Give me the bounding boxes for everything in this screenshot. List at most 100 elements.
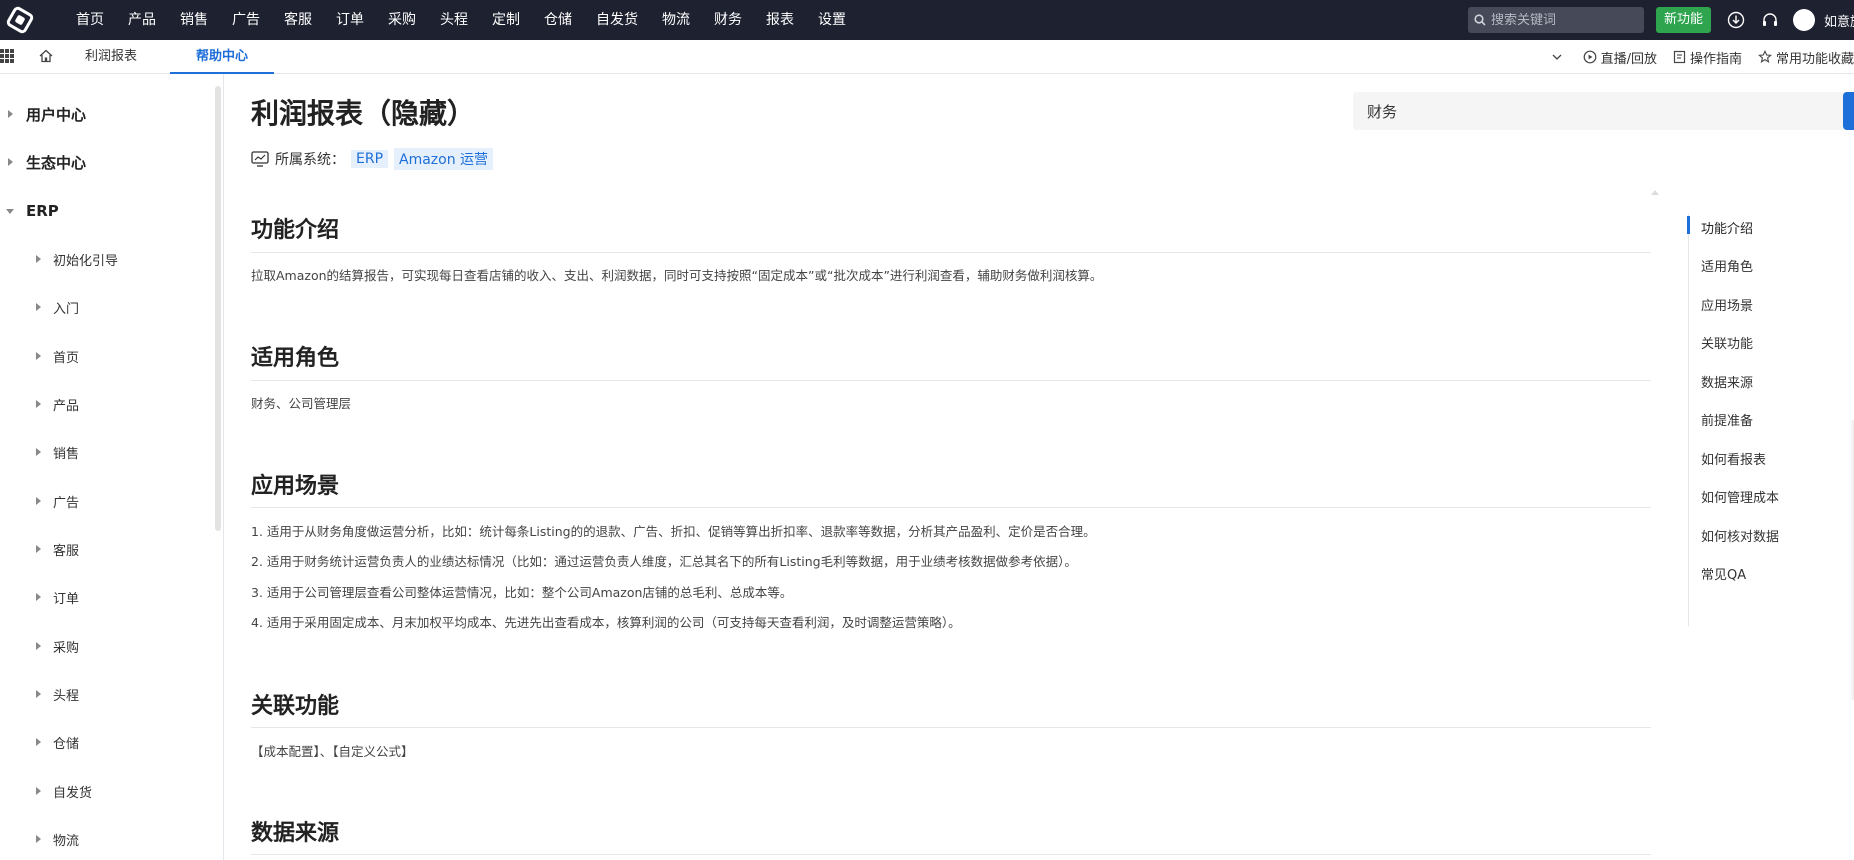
menu-item-warehouse[interactable]: 仓储	[532, 0, 584, 40]
divider	[251, 507, 1651, 508]
roles-text: 财务、公司管理层	[251, 396, 352, 411]
menu-item-first-leg[interactable]: 头程	[428, 0, 480, 40]
operation-guide-link[interactable]: 操作指南	[1673, 48, 1742, 67]
global-search-input[interactable]	[1490, 12, 1631, 28]
divider	[251, 727, 1651, 728]
tabs-dropdown[interactable]	[1551, 51, 1567, 63]
menu-item-product[interactable]: 产品	[116, 0, 168, 40]
favorites-link[interactable]: 常用功能收藏	[1758, 48, 1854, 67]
menu-item-orders[interactable]: 订单	[324, 0, 376, 40]
top-right-tools: 新功能 如意旗舰	[1467, 0, 1854, 40]
section-title-roles: 适用角色	[251, 346, 340, 371]
live-replay-label: 直播/回放	[1600, 51, 1657, 67]
menu-item-settings[interactable]: 设置	[806, 0, 858, 40]
toc-item-source[interactable]: 数据来源	[1701, 372, 1753, 391]
sidebar-item-label: 仓储	[53, 736, 80, 752]
scene-item: 1. 适用于从财务角度做运营分析，比如：统计每条Listing的的退款、广告、折…	[251, 524, 1096, 539]
menu-item-purchase[interactable]: 采购	[376, 0, 428, 40]
toc-item-prep[interactable]: 前提准备	[1701, 410, 1753, 429]
section-title-intro: 功能介绍	[251, 218, 340, 243]
tab-help-center[interactable]: 帮助中心	[170, 40, 274, 74]
caret-right-icon	[36, 497, 41, 505]
system-tag-amazon[interactable]: Amazon 运营	[394, 148, 494, 170]
sidebar-item-self-ship[interactable]: 自发货	[0, 781, 92, 801]
help-search-button[interactable]	[1843, 92, 1854, 130]
menu-item-service[interactable]: 客服	[272, 0, 324, 40]
caret-right-icon	[36, 835, 41, 843]
intro-text: 拉取Amazon的结算报告，可实现每日查看店铺的收入、支出、利润数据，同时可支持…	[251, 268, 1103, 283]
avatar[interactable]	[1793, 9, 1815, 31]
sidebar-item-purchase[interactable]: 采购	[0, 636, 79, 656]
sidebar-item-getting-started[interactable]: 入门	[0, 297, 79, 317]
menu-item-custom[interactable]: 定制	[480, 0, 532, 40]
divider	[251, 252, 1651, 253]
sidebar-item-label: 采购	[53, 640, 80, 656]
caret-right-icon	[8, 110, 13, 118]
toc-scroll-up-icon[interactable]	[1651, 190, 1659, 195]
sidebar-item-orders[interactable]: 订单	[0, 587, 79, 607]
help-search	[1353, 92, 1854, 130]
caret-right-icon	[36, 400, 41, 408]
sidebar-item-label: 头程	[53, 688, 80, 704]
divider	[251, 854, 1651, 855]
related-text: 【成本配置】、【自定义公式】	[251, 744, 414, 759]
menu-item-reports[interactable]: 报表	[754, 0, 806, 40]
menu-item-home[interactable]: 首页	[64, 0, 116, 40]
system-row: 所属系统： ERP Amazon 运营	[251, 148, 494, 170]
sidebar-item-first-leg[interactable]: 头程	[0, 684, 79, 704]
sidebar-item-init-guide[interactable]: 初始化引导	[0, 249, 118, 269]
sidebar-item-label: 自发货	[53, 785, 93, 801]
sidebar-item-ecosystem[interactable]: 生态中心	[0, 152, 86, 172]
toc-item-intro[interactable]: 功能介绍	[1701, 218, 1753, 237]
apps-grid-icon[interactable]	[0, 49, 14, 63]
help-search-input[interactable]	[1353, 92, 1813, 130]
menu-item-self-ship[interactable]: 自发货	[584, 0, 650, 40]
search-icon	[1474, 14, 1486, 26]
caret-down-icon	[6, 208, 14, 214]
caret-right-icon	[36, 448, 41, 456]
tab-profit-report[interactable]: 利润报表	[70, 40, 152, 74]
toc-item-related[interactable]: 关联功能	[1701, 333, 1753, 352]
toc-item-verify-data[interactable]: 如何核对数据	[1701, 526, 1779, 545]
toc-item-faq[interactable]: 常见QA	[1701, 564, 1746, 583]
toc-item-scenes[interactable]: 应用场景	[1701, 295, 1753, 314]
sidebar-item-product[interactable]: 产品	[0, 394, 79, 414]
download-icon[interactable]	[1725, 9, 1747, 31]
favorites-label: 常用功能收藏	[1775, 51, 1854, 67]
menu-item-logistics[interactable]: 物流	[650, 0, 702, 40]
menu-item-ads[interactable]: 广告	[220, 0, 272, 40]
toc-item-manage-cost[interactable]: 如何管理成本	[1701, 487, 1779, 506]
system-tag-erp[interactable]: ERP	[351, 150, 389, 168]
live-replay-link[interactable]: 直播/回放	[1583, 48, 1657, 67]
sidebar-item-label: 生态中心	[26, 153, 87, 172]
tab-bar: 利润报表 帮助中心 直播/回放 操作指南 常用功能收藏	[0, 40, 1854, 74]
sidebar-scrollbar[interactable]	[215, 86, 221, 531]
toc-rail	[1688, 214, 1689, 626]
home-icon[interactable]	[38, 48, 54, 68]
toc-item-how-to-read[interactable]: 如何看报表	[1701, 449, 1766, 468]
caret-right-icon	[36, 303, 41, 311]
menu-item-finance[interactable]: 财务	[702, 0, 754, 40]
sidebar-item-home[interactable]: 首页	[0, 346, 79, 366]
sidebar-item-logistics[interactable]: 物流	[0, 829, 79, 849]
sidebar-item-ads[interactable]: 广告	[0, 491, 79, 511]
section-title-scenes: 应用场景	[251, 474, 340, 499]
chevron-down-icon	[1552, 54, 1562, 60]
sidebar-item-erp[interactable]: ERP	[0, 201, 59, 221]
caret-right-icon	[36, 352, 41, 360]
sidebar-item-service[interactable]: 客服	[0, 539, 79, 559]
app-logo[interactable]	[0, 0, 40, 40]
new-feature-button[interactable]: 新功能	[1655, 7, 1711, 33]
sidebar-item-warehouse[interactable]: 仓储	[0, 732, 79, 752]
headset-icon[interactable]	[1759, 9, 1781, 31]
sidebar-item-label: 订单	[53, 591, 80, 607]
sidebar-item-label: 入门	[53, 301, 80, 317]
toc-item-roles[interactable]: 适用角色	[1701, 256, 1753, 275]
sidebar-item-sales[interactable]: 销售	[0, 442, 79, 462]
sidebar-item-user-center[interactable]: 用户中心	[0, 104, 86, 124]
user-name[interactable]: 如意旗舰	[1824, 11, 1854, 30]
sidebar-item-label: 用户中心	[26, 105, 87, 124]
star-icon	[1758, 50, 1772, 63]
operation-guide-label: 操作指南	[1689, 51, 1742, 67]
menu-item-sales[interactable]: 销售	[168, 0, 220, 40]
